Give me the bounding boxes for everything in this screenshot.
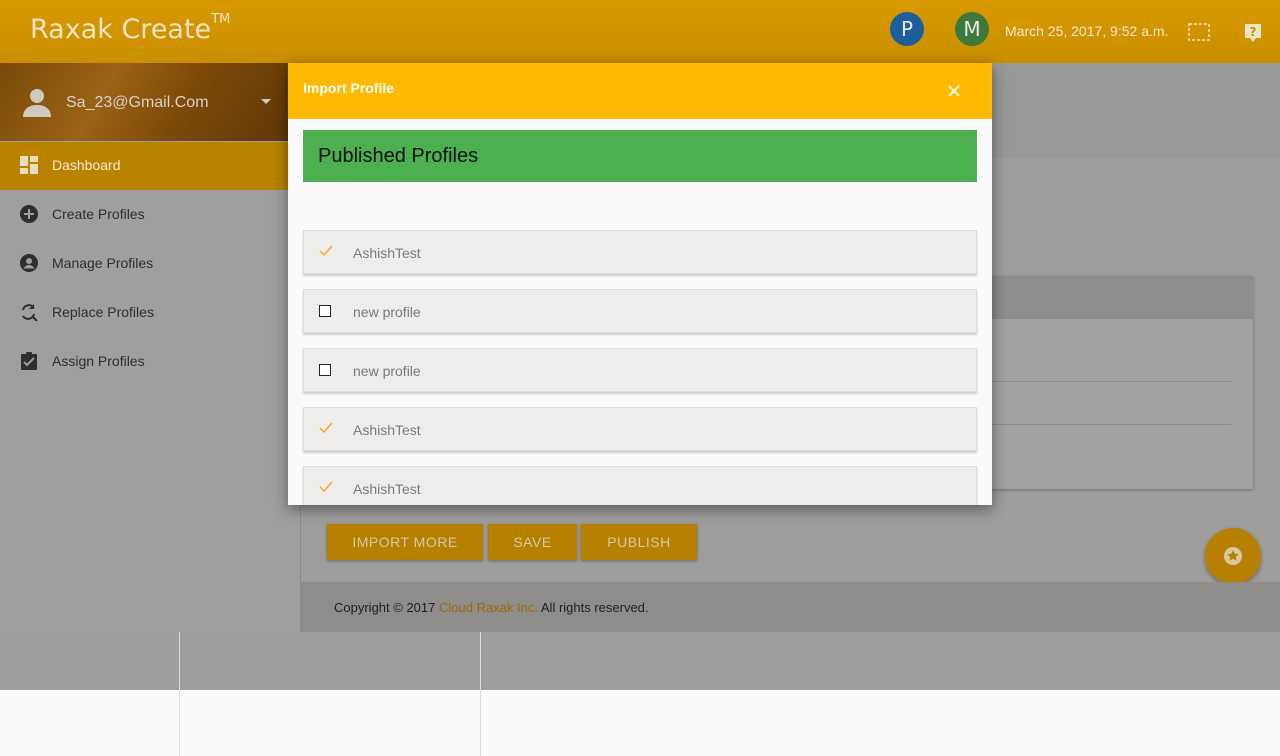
table-divider: [991, 424, 1231, 425]
header-datetime: March 25, 2017, 9:52 a.m.: [1005, 23, 1169, 39]
column-divider: [480, 632, 481, 756]
add-circle-icon: [20, 205, 38, 223]
modal-header: Import Profile: [288, 63, 992, 119]
modal-title: Import Profile: [303, 80, 395, 96]
profile-list-item[interactable]: new profile: [303, 289, 977, 333]
published-profiles-banner: Published Profiles: [303, 130, 977, 182]
user-profile-card: Sa_23@Gmail.Com: [0, 63, 300, 141]
assignment-check-icon: [21, 352, 37, 370]
footer-copyright: Copyright © 2017 Cloud Raxak Inc. All ri…: [334, 600, 649, 615]
dashboard-icon: [20, 156, 38, 174]
floating-action-button[interactable]: [1205, 528, 1261, 584]
sidebar-item-label: Create Profiles: [52, 206, 145, 222]
profile-list-item[interactable]: new profile: [303, 348, 977, 392]
sidebar-item-label: Replace Profiles: [52, 304, 154, 320]
avatar-p[interactable]: P: [890, 12, 924, 46]
avatar-m[interactable]: M: [955, 12, 989, 46]
import-profile-modal: Import Profile Published Profiles Ashish…: [288, 63, 992, 505]
user-email[interactable]: Sa_23@Gmail.Com: [66, 94, 209, 112]
sidebar-item-manage-profiles[interactable]: Manage Profiles: [0, 240, 288, 288]
sidebar-item-label: Dashboard: [52, 157, 121, 173]
sidebar-item-label: Manage Profiles: [52, 255, 154, 271]
publish-button[interactable]: PUBLISH: [581, 524, 697, 560]
svg-text:?: ?: [1250, 25, 1257, 39]
bottom-area: [0, 690, 1280, 756]
checkbox[interactable]: [319, 364, 331, 376]
table-divider: [991, 381, 1231, 382]
footer: Copyright © 2017 Cloud Raxak Inc. All ri…: [301, 582, 1280, 632]
profile-list-item[interactable]: AshishTest: [303, 407, 977, 451]
bottom-strip: [0, 632, 1280, 690]
footer-suffix: All rights reserved.: [537, 600, 649, 615]
sidebar-item-label: Assign Profiles: [52, 353, 145, 369]
close-icon[interactable]: [944, 81, 964, 101]
checkmark-icon[interactable]: [319, 480, 333, 494]
checkmark-icon[interactable]: [319, 421, 333, 435]
user-avatar-icon: [23, 89, 51, 117]
profile-name: AshishTest: [353, 245, 421, 261]
chevron-down-icon[interactable]: [260, 98, 272, 106]
app-title-text: Raxak Create: [30, 14, 212, 45]
sidebar-item-replace-profiles[interactable]: Replace Profiles: [0, 289, 288, 337]
star-badge-icon: [1224, 547, 1242, 565]
app-title[interactable]: Raxak CreateTM: [30, 12, 231, 45]
footer-brand-link[interactable]: Cloud Raxak Inc.: [439, 600, 538, 615]
checkbox[interactable]: [319, 305, 331, 317]
import-more-button[interactable]: IMPORT MORE: [327, 524, 483, 560]
profile-name: AshishTest: [353, 422, 421, 438]
profile-list-item[interactable]: AshishTest: [303, 466, 977, 505]
sidebar-item-assign-profiles[interactable]: Assign Profiles: [0, 338, 288, 386]
section-title: Published Profiles: [318, 145, 479, 167]
background-table-card: [991, 276, 1253, 489]
background-table-header: [991, 276, 1253, 319]
account-circle-icon: [20, 254, 38, 272]
profile-name: new profile: [353, 304, 421, 320]
column-divider: [179, 632, 180, 756]
trademark: TM: [211, 12, 231, 27]
profile-name: new profile: [353, 363, 421, 379]
checkmark-icon[interactable]: [319, 244, 333, 258]
footer-prefix: Copyright © 2017: [334, 600, 439, 615]
fullscreen-icon[interactable]: [1188, 22, 1210, 42]
sidebar: Sa_23@Gmail.Com Dashboard Create Profile…: [0, 63, 301, 632]
help-icon[interactable]: ?: [1243, 22, 1265, 42]
sidebar-item-create-profiles[interactable]: Create Profiles: [0, 191, 288, 239]
profile-name: AshishTest: [353, 481, 421, 497]
sidebar-item-dashboard[interactable]: Dashboard: [0, 142, 288, 190]
save-button[interactable]: SAVE: [488, 524, 577, 560]
app-header: Raxak CreateTM P M March 25, 2017, 9:52 …: [0, 0, 1280, 63]
profile-list-item[interactable]: AshishTest: [303, 230, 977, 274]
find-replace-icon: [22, 304, 38, 321]
